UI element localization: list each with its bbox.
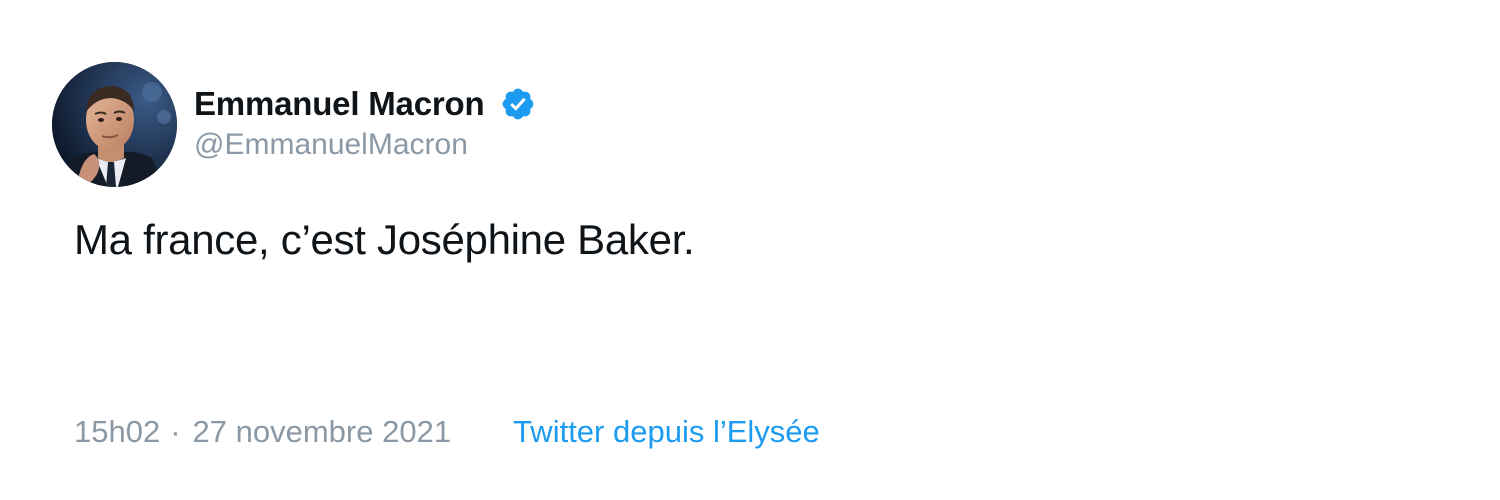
author-block: Emmanuel Macron @EmmanuelMacron [194,84,536,162]
tweet-date[interactable]: 27 novembre 2021 [193,414,452,450]
avatar[interactable] [52,62,177,187]
name-row: Emmanuel Macron [194,84,536,124]
author-handle[interactable]: @EmmanuelMacron [194,128,536,162]
tweet-source-link[interactable]: Twitter depuis l’Elysée [513,414,820,450]
tweet-card: Emmanuel Macron @EmmanuelMacron Ma franc… [0,0,1500,500]
verified-badge-icon [500,86,536,122]
tweet-time[interactable]: 15h02 [74,414,160,450]
tweet-text: Ma france, c’est Joséphine Baker. [74,216,695,263]
meta-separator: · [170,414,181,449]
avatar-photo [52,62,177,187]
tweet-meta: 15h02 · 27 novembre 2021 Twitter depuis … [74,414,820,450]
author-display-name[interactable]: Emmanuel Macron [194,85,485,123]
